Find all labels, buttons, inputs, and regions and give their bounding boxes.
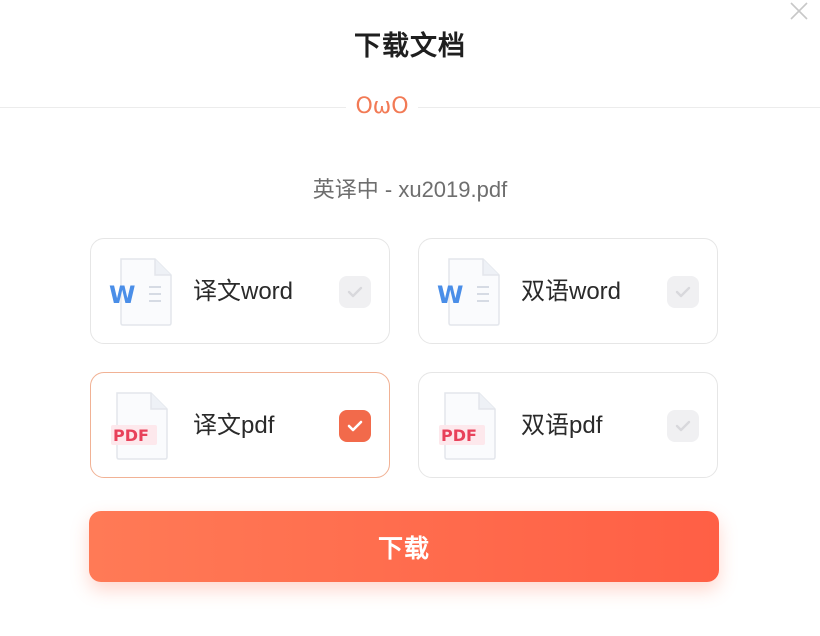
option-label: 双语word	[521, 278, 622, 305]
checkbox[interactable]	[667, 276, 699, 308]
option-label: 译文word	[193, 278, 294, 305]
svg-text:PDF: PDF	[441, 426, 477, 445]
checkbox-checked[interactable]	[339, 410, 371, 442]
word-doc-icon: W	[437, 257, 503, 327]
svg-text:W: W	[437, 281, 463, 309]
dialog-title: 下载文档	[354, 31, 466, 62]
close-icon[interactable]	[788, 0, 810, 22]
svg-text:W: W	[109, 281, 135, 309]
checkbox[interactable]	[339, 276, 371, 308]
pdf-doc-icon: PDF	[109, 391, 175, 461]
svg-text:PDF: PDF	[113, 426, 149, 445]
option-bilingual-pdf[interactable]: PDF 双语pdf	[418, 372, 718, 478]
option-label: 译文pdf	[193, 412, 275, 439]
download-dialog: 下载文档 OωO 英译中 - xu2019.pdf W 译文word W 双语w…	[0, 0, 820, 636]
pdf-doc-icon: PDF	[437, 391, 503, 461]
option-translation-word[interactable]: W 译文word	[90, 238, 390, 344]
option-label: 双语pdf	[521, 412, 603, 439]
option-bilingual-word[interactable]: W 双语word	[418, 238, 718, 344]
mascot-face: OωO	[346, 92, 418, 122]
file-info: 英译中 - xu2019.pdf	[312, 177, 508, 202]
word-doc-icon: W	[109, 257, 175, 327]
checkbox[interactable]	[667, 410, 699, 442]
option-translation-pdf[interactable]: PDF 译文pdf	[90, 372, 390, 478]
download-button[interactable]: 下载	[89, 511, 719, 582]
